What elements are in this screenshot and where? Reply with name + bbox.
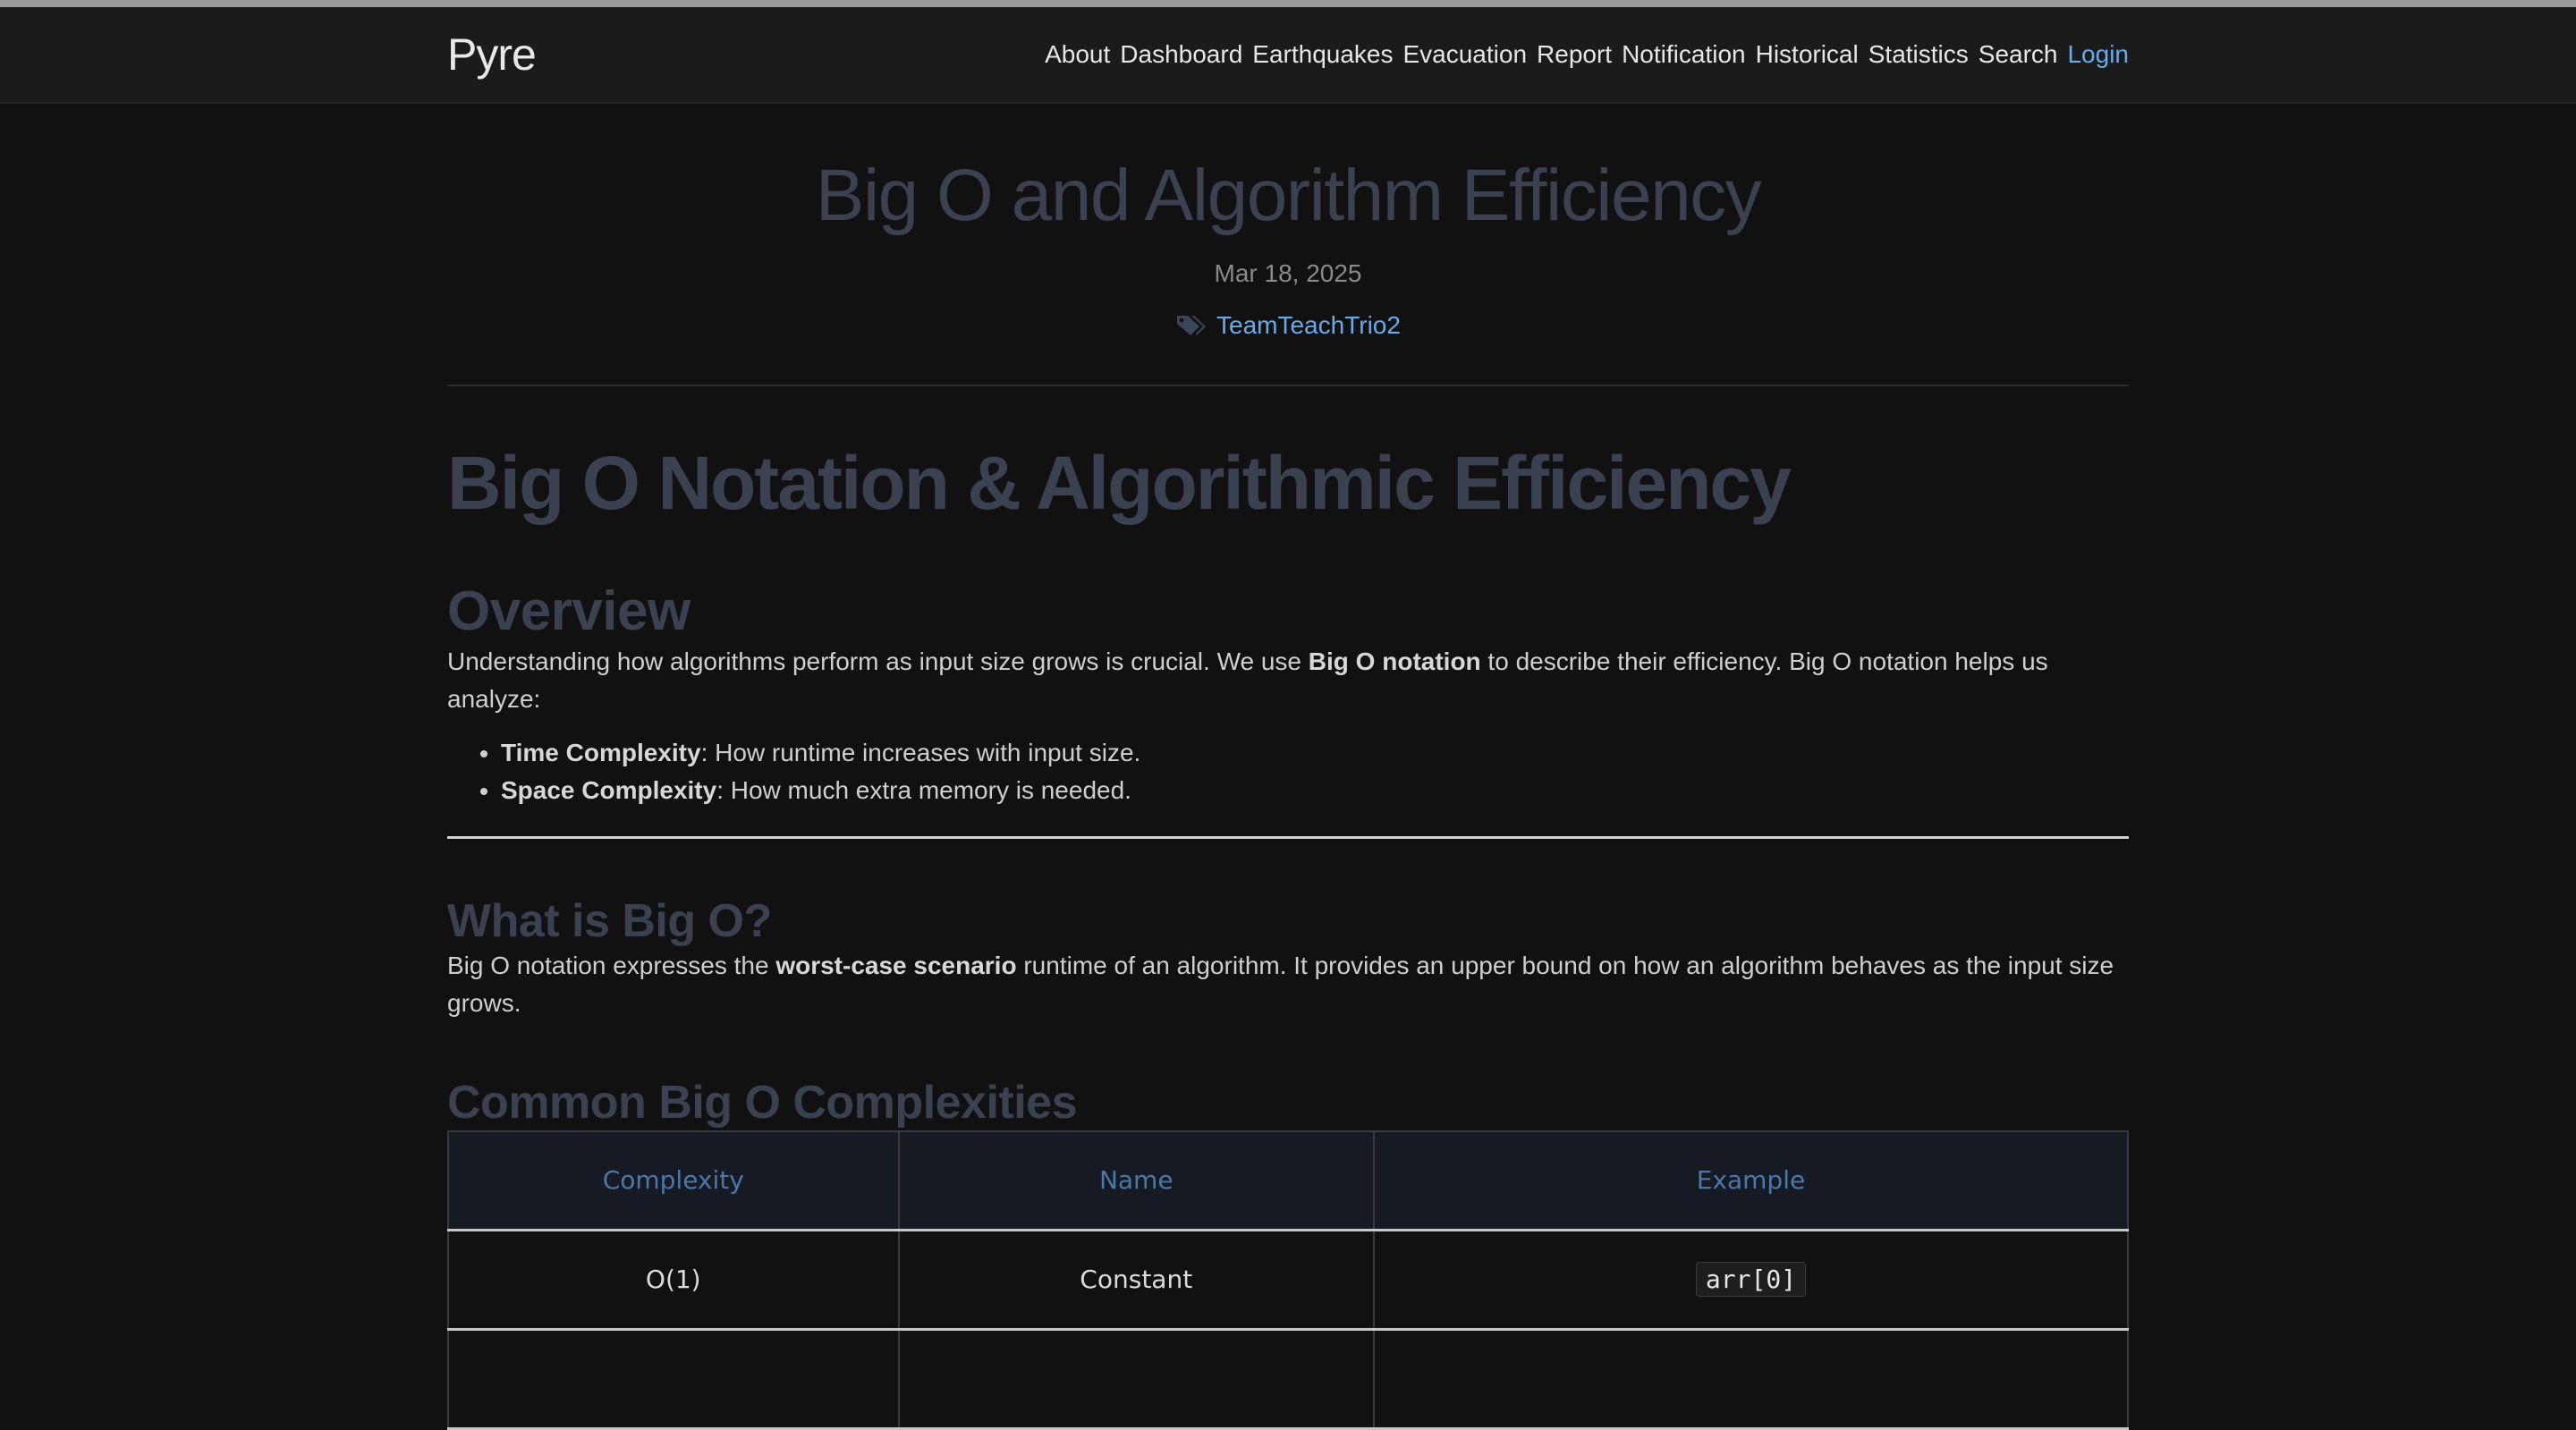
list-item-bold: Time Complexity	[501, 738, 701, 766]
post-tags: TeamTeachTrio2	[447, 311, 2129, 340]
cell-name: Constant	[897, 1229, 1375, 1331]
column-header-example: Example	[1372, 1130, 2130, 1231]
what-is-heading: What is Big O?	[447, 894, 772, 947]
common-heading: Common Big O Complexities	[447, 1076, 1078, 1129]
top-strip	[0, 0, 2576, 7]
nav-login[interactable]: Login	[2067, 40, 2129, 69]
column-header-name: Name	[897, 1130, 1375, 1231]
navbar: Pyre About Dashboard Earthquakes Evacuat…	[0, 7, 2576, 104]
post-header: Big O and Algorithm Efficiency Mar 18, 2…	[447, 106, 2129, 387]
nav-links: About Dashboard Earthquakes Evacuation R…	[1045, 40, 2129, 69]
table-row	[447, 1328, 2130, 1430]
example-code: arr[0]	[1695, 1262, 1807, 1298]
cell-complexity: O(1)	[447, 1229, 900, 1331]
tag-link[interactable]: TeamTeachTrio2	[1216, 311, 1401, 340]
column-header-complexity: Complexity	[447, 1130, 900, 1231]
cell-example: arr[0]	[1372, 1229, 2130, 1331]
table-row: O(1) Constant arr[0]	[447, 1229, 2130, 1331]
main-content: Big O and Algorithm Efficiency Mar 18, 2…	[447, 106, 2130, 1430]
article-body: Big O Notation & Algorithmic Efficiency …	[447, 441, 2130, 1430]
nav-dashboard[interactable]: Dashboard	[1120, 40, 1242, 69]
nav-historical[interactable]: Historical	[1756, 40, 1859, 69]
post-date: Mar 18, 2025	[1214, 259, 1362, 288]
nav-search[interactable]: Search	[1979, 40, 2058, 69]
list-item-text: : How much extra memory is needed.	[716, 775, 1131, 804]
overview-paragraph: Understanding how algorithms perform as …	[447, 643, 2129, 718]
list-item-text: : How runtime increases with input size.	[700, 738, 1141, 766]
brand-logo[interactable]: Pyre	[447, 29, 537, 80]
cell-empty	[447, 1328, 900, 1430]
nav-earthquakes[interactable]: Earthquakes	[1252, 40, 1393, 69]
complexity-table: Complexity Name Example O(1) Constant ar…	[447, 1130, 2130, 1430]
overview-text-1: Understanding how algorithms perform as …	[447, 647, 1309, 675]
list-item-bold: Space Complexity	[501, 775, 717, 804]
what-is-text-1: Big O notation expresses the	[447, 951, 776, 979]
nav-inner: Pyre About Dashboard Earthquakes Evacuat…	[447, 7, 2129, 102]
cell-empty	[1372, 1328, 2130, 1430]
nav-notification[interactable]: Notification	[1622, 40, 1746, 69]
tags-icon	[1175, 313, 1208, 338]
overview-heading: Overview	[447, 580, 691, 643]
article-heading: Big O Notation & Algorithmic Efficiency	[447, 441, 1792, 526]
nav-about[interactable]: About	[1045, 40, 1110, 69]
what-is-bold: worst-case scenario	[775, 951, 1017, 979]
nav-statistics[interactable]: Statistics	[1868, 40, 1969, 69]
list-item: Time Complexity: How runtime increases w…	[501, 734, 2129, 772]
table-header-row: Complexity Name Example	[447, 1130, 2130, 1231]
list-item: Space Complexity: How much extra memory …	[501, 772, 2129, 809]
what-is-paragraph: Big O notation expresses the worst-case …	[447, 947, 2129, 1022]
header-divider	[447, 385, 2129, 387]
nav-report[interactable]: Report	[1537, 40, 1612, 69]
nav-evacuation[interactable]: Evacuation	[1402, 40, 1527, 69]
overview-list: Time Complexity: How runtime increases w…	[447, 734, 2129, 809]
cell-empty	[897, 1328, 1375, 1430]
overview-bold: Big O notation	[1308, 647, 1481, 675]
post-title: Big O and Algorithm Efficiency	[815, 155, 1762, 236]
section-divider	[447, 835, 2129, 839]
